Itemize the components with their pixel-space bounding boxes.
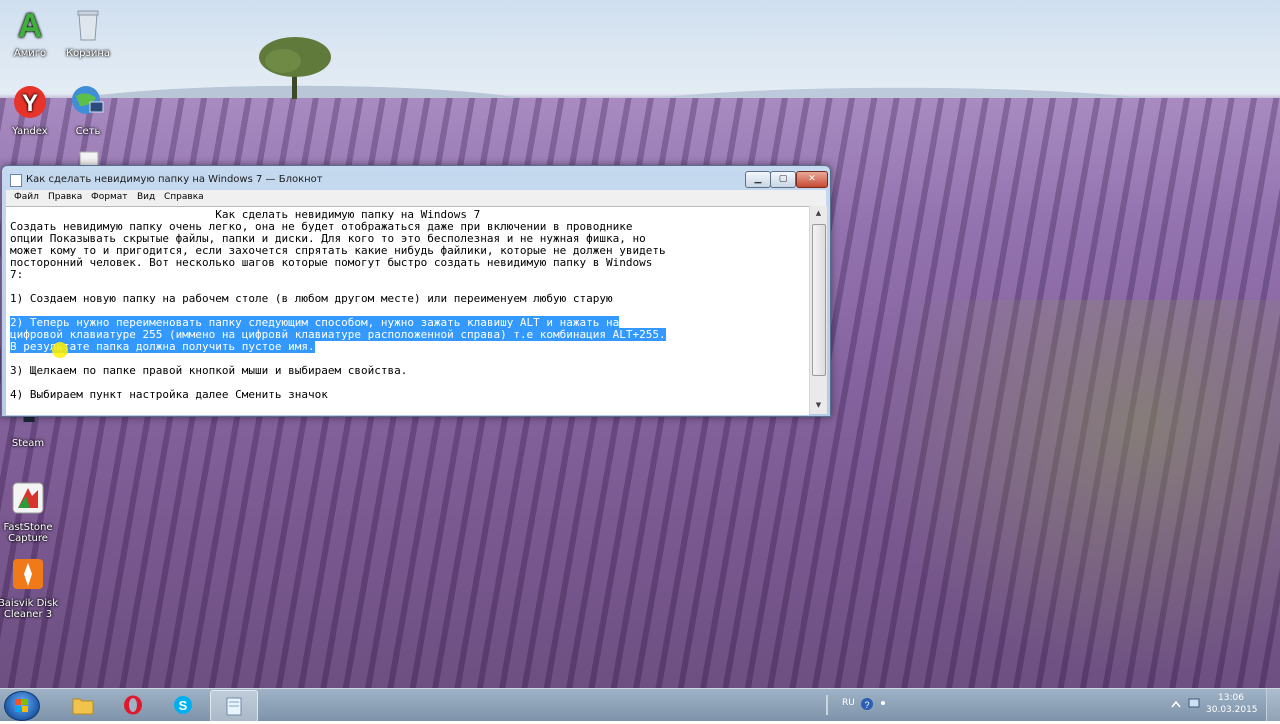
- taskbar: S RU ? 13:06 30.03.2015: [0, 688, 1280, 722]
- system-clock[interactable]: 13:06 30.03.2015: [1206, 692, 1258, 716]
- text-line: 7:: [10, 268, 24, 281]
- window-title: Как сделать невидимую папку на Windows 7…: [26, 174, 323, 185]
- desktop-icon-yandex[interactable]: Y Yandex: [0, 84, 62, 137]
- windows-logo-icon: [15, 699, 28, 712]
- notepad-window[interactable]: Как сделать невидимую папку на Windows 7…: [1, 165, 831, 417]
- scroll-thumb[interactable]: [812, 224, 826, 376]
- tray-divider: [826, 695, 828, 715]
- svg-text:S: S: [179, 698, 188, 713]
- taskbar-skype[interactable]: S: [160, 690, 206, 720]
- menu-file[interactable]: Файл: [14, 192, 39, 202]
- text-line: посторонний человек. Вот несколько шагов…: [10, 256, 653, 269]
- file-icon: [79, 151, 99, 166]
- desktop-icon-network[interactable]: Сеть: [56, 84, 120, 137]
- maximize-button[interactable]: ▢: [770, 171, 796, 188]
- show-desktop-button[interactable]: [1266, 689, 1280, 721]
- notepad-icon: [226, 697, 242, 716]
- folder-icon: [72, 698, 94, 715]
- network-globe-icon: [72, 86, 104, 114]
- vertical-scrollbar[interactable]: ▲ ▼: [809, 206, 827, 414]
- desktop-icon-steam[interactable]: Steam: [0, 412, 60, 449]
- recycle-bin-icon: [77, 10, 99, 41]
- language-indicator[interactable]: RU: [842, 698, 855, 708]
- taskbar-opera[interactable]: [110, 690, 156, 720]
- scroll-up-icon[interactable]: ▲: [810, 206, 827, 220]
- menu-view[interactable]: Вид: [137, 192, 155, 202]
- skype-icon: S: [174, 696, 192, 714]
- settings-icon[interactable]: [878, 696, 888, 710]
- network-status-icon[interactable]: [1188, 697, 1202, 711]
- desktop-icon-label: Амиго: [13, 48, 47, 59]
- menu-bar: Файл Правка Формат Вид Справка: [6, 190, 826, 206]
- desktop-icon-label: Steam: [11, 438, 45, 449]
- field-highlight: [820, 300, 1280, 720]
- desktop-icon-label: Baisvik Disk Cleaner 3: [0, 598, 59, 620]
- svg-text:?: ?: [864, 700, 869, 710]
- text-editor[interactable]: Как сделать невидимую папку на Windows 7…: [6, 206, 809, 415]
- text-line: 1) Создаем новую папку на рабочем столе …: [10, 292, 613, 305]
- menu-edit[interactable]: Правка: [48, 192, 82, 202]
- notepad-icon: [10, 174, 22, 187]
- title-bar[interactable]: Как сделать невидимую папку на Windows 7…: [2, 166, 830, 192]
- taskbar-notepad[interactable]: [210, 690, 258, 722]
- desktop-icon-amigo[interactable]: A Амиго: [0, 6, 62, 59]
- taskbar-explorer[interactable]: [60, 690, 106, 720]
- opera-icon: [124, 695, 142, 715]
- text-line: 4) Выбираем пункт настройка далее Сменит…: [10, 388, 328, 401]
- yandex-icon: Y: [14, 86, 46, 118]
- faststone-capture-icon: [12, 482, 44, 514]
- tree-icon: [259, 37, 331, 99]
- mouse-cursor-highlight: [52, 342, 68, 358]
- text-line: 3) Щелкаем по папке правой кнопкой мыши …: [10, 364, 408, 377]
- desktop-icon-disk-cleaner[interactable]: Baisvik Disk Cleaner 3: [0, 556, 60, 620]
- svg-text:Y: Y: [22, 90, 38, 117]
- help-icon[interactable]: ?: [860, 697, 874, 711]
- show-hidden-icons-icon[interactable]: [1170, 699, 1182, 709]
- desktop-icon-label: Yandex: [12, 126, 48, 137]
- scroll-down-icon[interactable]: ▼: [810, 398, 827, 412]
- disk-cleaner-icon: [13, 559, 43, 589]
- close-button[interactable]: ✕: [796, 171, 828, 188]
- desktop-icon-label: FastStone Capture: [3, 522, 53, 544]
- minimize-button[interactable]: ▁: [745, 171, 771, 188]
- menu-help[interactable]: Справка: [164, 192, 204, 202]
- menu-format[interactable]: Формат: [91, 192, 128, 202]
- amigo-icon: A: [18, 7, 43, 45]
- desktop-icon-label: Сеть: [75, 126, 101, 137]
- desktop-icon-recycle-bin[interactable]: Корзина: [56, 6, 120, 59]
- svg-text:A: A: [18, 7, 43, 42]
- desktop-icon-label: Корзина: [65, 48, 111, 59]
- clock-time: 13:06: [1218, 693, 1244, 703]
- clock-date: 30.03.2015: [1206, 705, 1258, 715]
- desktop-icon-faststone[interactable]: FastStone Capture: [0, 480, 60, 544]
- editor-text[interactable]: Как сделать невидимую папку на Windows 7…: [6, 207, 809, 401]
- start-button[interactable]: [4, 691, 40, 721]
- desktop-icon-file[interactable]: [56, 150, 120, 166]
